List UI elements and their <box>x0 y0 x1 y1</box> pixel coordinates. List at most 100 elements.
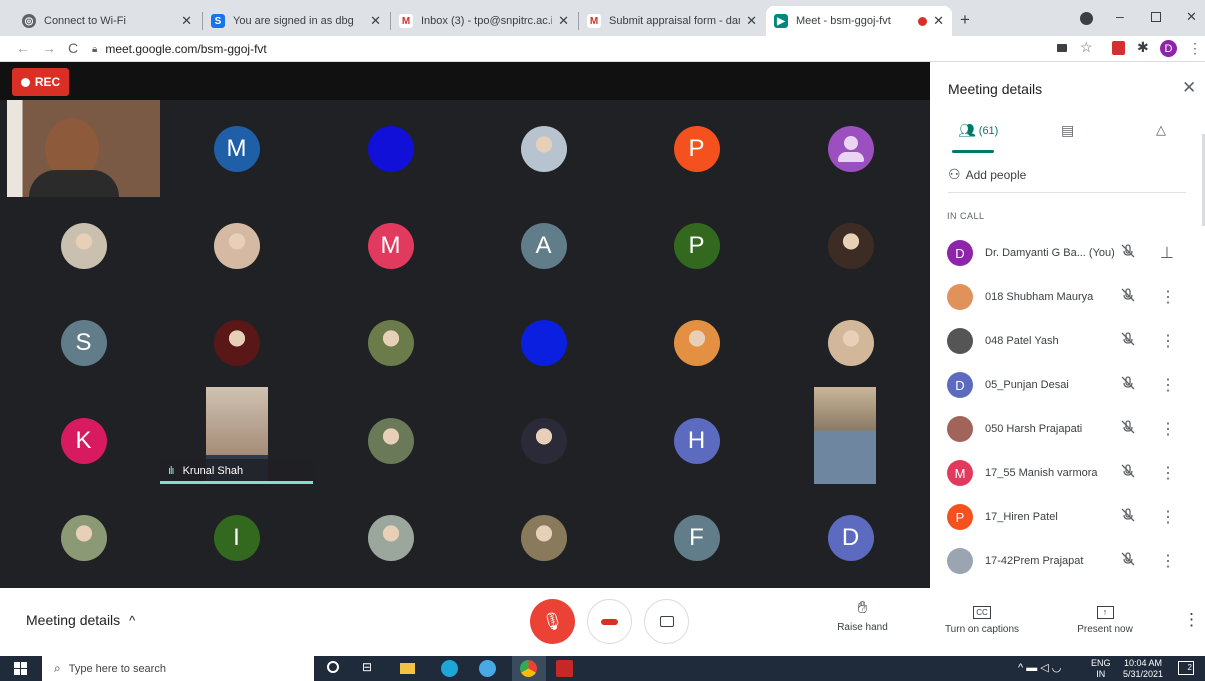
participant-tile[interactable] <box>314 294 467 391</box>
close-tab-icon[interactable]: ✕ <box>558 13 569 29</box>
participant-tile[interactable]: A <box>467 197 620 294</box>
window-close-icon[interactable]: ✕ <box>1186 9 1197 25</box>
participant-tile[interactable] <box>467 294 620 391</box>
acrobat-icon[interactable] <box>556 660 573 677</box>
participant-tile[interactable] <box>467 392 620 489</box>
captions-button[interactable]: CC Turn on captions <box>936 602 1028 635</box>
file-explorer-icon[interactable] <box>400 663 415 674</box>
participant-tile[interactable]: M <box>314 197 467 294</box>
tab-search-icon[interactable] <box>1080 12 1093 25</box>
chrome-taskbar-button[interactable] <box>512 656 546 681</box>
close-tab-icon[interactable]: ✕ <box>370 13 381 29</box>
add-people-button[interactable]: ⚇ Add people <box>948 166 1026 183</box>
new-tab-button[interactable]: + <box>960 10 970 30</box>
participant-tile[interactable] <box>7 489 160 586</box>
participant-tile[interactable] <box>160 294 313 391</box>
tab-wifi[interactable]: ◎ Connect to Wi-Fi ✕ <box>14 6 200 36</box>
participant-tile[interactable] <box>620 294 773 391</box>
profile-avatar[interactable]: D <box>1160 40 1177 57</box>
pdf-extension-icon[interactable] <box>1112 41 1125 55</box>
participant-row[interactable]: D 05_Punjan Desai ⋮ <box>930 363 1205 407</box>
more-options-icon[interactable]: ⋮ <box>1160 507 1176 527</box>
participant-tile[interactable] <box>7 197 160 294</box>
participant-tile[interactable]: ılı Krunal Shah <box>160 387 313 489</box>
tab-inbox[interactable]: M Inbox (3) - tpo@snpitrc.ac.in - SN ✕ <box>391 6 577 36</box>
participant-tile[interactable] <box>160 197 313 294</box>
language-indicator[interactable]: ENG IN <box>1091 658 1111 680</box>
participant-tile[interactable]: D <box>774 489 927 586</box>
participant-tile[interactable]: I <box>160 489 313 586</box>
close-tab-icon[interactable]: ✕ <box>746 13 757 29</box>
back-icon[interactable]: ← <box>16 40 30 56</box>
participant-row[interactable]: P 17_Hiren Patel ⋮ <box>930 495 1205 539</box>
mic-off-button[interactable]: 🎙︎ <box>530 599 575 644</box>
camera-icon[interactable] <box>1057 44 1067 52</box>
forward-icon[interactable]: → <box>42 40 56 56</box>
gmail-icon: M <box>587 14 601 28</box>
participant-row[interactable]: 050 Harsh Prajapati ⋮ <box>930 407 1205 451</box>
url-field[interactable]: 🔒︎ meet.google.com/bsm-ggoj-fvt <box>92 38 1092 60</box>
maximize-icon[interactable] <box>1151 12 1161 22</box>
notification-center-icon[interactable]: 2 <box>1178 661 1194 675</box>
profile-photo <box>520 514 567 561</box>
taskbar-search-box[interactable]: ⌕ Type here to search <box>42 656 314 681</box>
bookmark-star-icon[interactable]: ☆ <box>1080 39 1093 56</box>
more-options-icon[interactable]: ⋮ <box>1160 463 1176 483</box>
participant-tile[interactable]: P <box>620 100 773 197</box>
participant-tile[interactable]: S <box>7 294 160 391</box>
participant-row[interactable]: 048 Patel Yash ⋮ <box>930 319 1205 363</box>
close-panel-icon[interactable]: ✕ <box>1182 78 1196 98</box>
more-options-icon[interactable]: ⋮ <box>1160 375 1176 395</box>
task-view-icon[interactable]: ⊟ <box>362 660 372 674</box>
close-tab-icon[interactable]: ✕ <box>933 13 944 29</box>
more-options-icon[interactable]: ⋮ <box>1183 610 1200 630</box>
participant-tile[interactable]: H <box>620 392 773 489</box>
extensions-icon[interactable]: ✱ <box>1137 39 1149 56</box>
tab-appraisal[interactable]: M Submit appraisal form - damyanti ✕ <box>579 6 765 36</box>
edge-icon[interactable] <box>441 660 458 677</box>
windows-start-icon[interactable] <box>14 662 27 675</box>
participant-tile[interactable] <box>314 392 467 489</box>
close-tab-icon[interactable]: ✕ <box>181 13 192 29</box>
participant-tile[interactable] <box>774 387 927 489</box>
activities-icon[interactable]: △ <box>1156 122 1166 138</box>
present-now-button[interactable]: ↑ Present now <box>1068 602 1142 635</box>
participant-tile[interactable]: F <box>620 489 773 586</box>
participant-tile[interactable] <box>774 294 927 391</box>
minimize-icon[interactable]: – <box>1116 8 1124 24</box>
tab-meet[interactable]: ▶ Meet - bsm-ggoj-fvt ✕ <box>766 6 952 36</box>
muted-mic-icon <box>1120 507 1136 528</box>
chat-icon[interactable]: ▤ <box>1061 122 1074 139</box>
camera-button[interactable] <box>644 599 689 644</box>
more-options-icon[interactable]: ⋮ <box>1160 287 1176 307</box>
raise-hand-button[interactable]: ✋︎ Raise hand <box>830 598 895 633</box>
reload-icon[interactable]: C <box>68 40 78 56</box>
participant-tile[interactable] <box>314 489 467 586</box>
participant-tile[interactable] <box>467 100 620 197</box>
tab-people[interactable]: 👥︎ (61) <box>958 122 998 139</box>
tray-icons[interactable]: ^ ▬ ◁ ◡ <box>1018 661 1061 674</box>
participant-tile[interactable]: P <box>620 197 773 294</box>
participant-row[interactable]: 018 Shubham Maurya ⋮ <box>930 275 1205 319</box>
participant-tile[interactable] <box>467 489 620 586</box>
participant-tile[interactable] <box>774 197 927 294</box>
menu-kebab-icon[interactable]: ⋮ <box>1188 40 1202 57</box>
more-options-icon[interactable]: ⋮ <box>1160 331 1176 351</box>
meeting-details-toggle[interactable]: Meeting details ^ <box>26 612 135 628</box>
more-options-icon[interactable]: ⋮ <box>1160 551 1176 571</box>
participant-tile[interactable] <box>314 100 467 197</box>
participant-tile[interactable]: M <box>160 100 313 197</box>
more-options-icon[interactable]: ⋮ <box>1160 419 1176 439</box>
clock[interactable]: 10:04 AM 5/31/2021 <box>1120 658 1166 680</box>
tab-signed-in[interactable]: S You are signed in as dbg ✕ <box>203 6 389 36</box>
browser-icon[interactable] <box>479 660 496 677</box>
participant-tile[interactable] <box>774 100 927 197</box>
add-people-label: Add people <box>965 167 1027 182</box>
pin-icon[interactable]: ⊥ <box>1160 243 1174 263</box>
participant-tile[interactable]: K <box>7 392 160 489</box>
participant-row[interactable]: D Dr. Damyanti G Ba... (You) ⊥ <box>930 231 1205 275</box>
leave-call-button[interactable] <box>587 599 632 644</box>
participant-row[interactable]: 17-42Prem Prajapat ⋮ <box>930 539 1205 583</box>
cortana-icon[interactable] <box>327 661 339 673</box>
participant-row[interactable]: M 17_55 Manish varmora ⋮ <box>930 451 1205 495</box>
